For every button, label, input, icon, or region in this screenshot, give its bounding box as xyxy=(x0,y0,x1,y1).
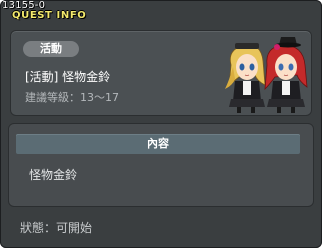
status-value: 可開始 xyxy=(56,221,93,235)
blonde-girl-icon xyxy=(225,43,266,113)
quest-name: [活動] 怪物金鈴 xyxy=(25,70,111,84)
status-label: 狀態： xyxy=(20,221,57,235)
npc-portrait-icon xyxy=(225,37,308,113)
content-text: 怪物金鈴 xyxy=(29,168,78,182)
window-title: QUEST INFO xyxy=(12,10,87,21)
category-badge: 活動 xyxy=(23,41,79,57)
content-panel: 內容 怪物金鈴 xyxy=(8,123,314,207)
quest-summary-panel: 活動 [活動] 怪物金鈴 建議等級：13～17 xyxy=(10,30,312,116)
content-header: 內容 xyxy=(16,134,300,154)
redhead-girl-icon xyxy=(264,37,308,113)
quest-info-window: 13155-0 QUEST INFO 活動 [活動] 怪物金鈴 建議等級：13～… xyxy=(0,0,322,248)
quest-status: 狀態：可開始 xyxy=(20,221,92,235)
quest-level-requirement: 建議等級：13～17 xyxy=(25,91,119,104)
